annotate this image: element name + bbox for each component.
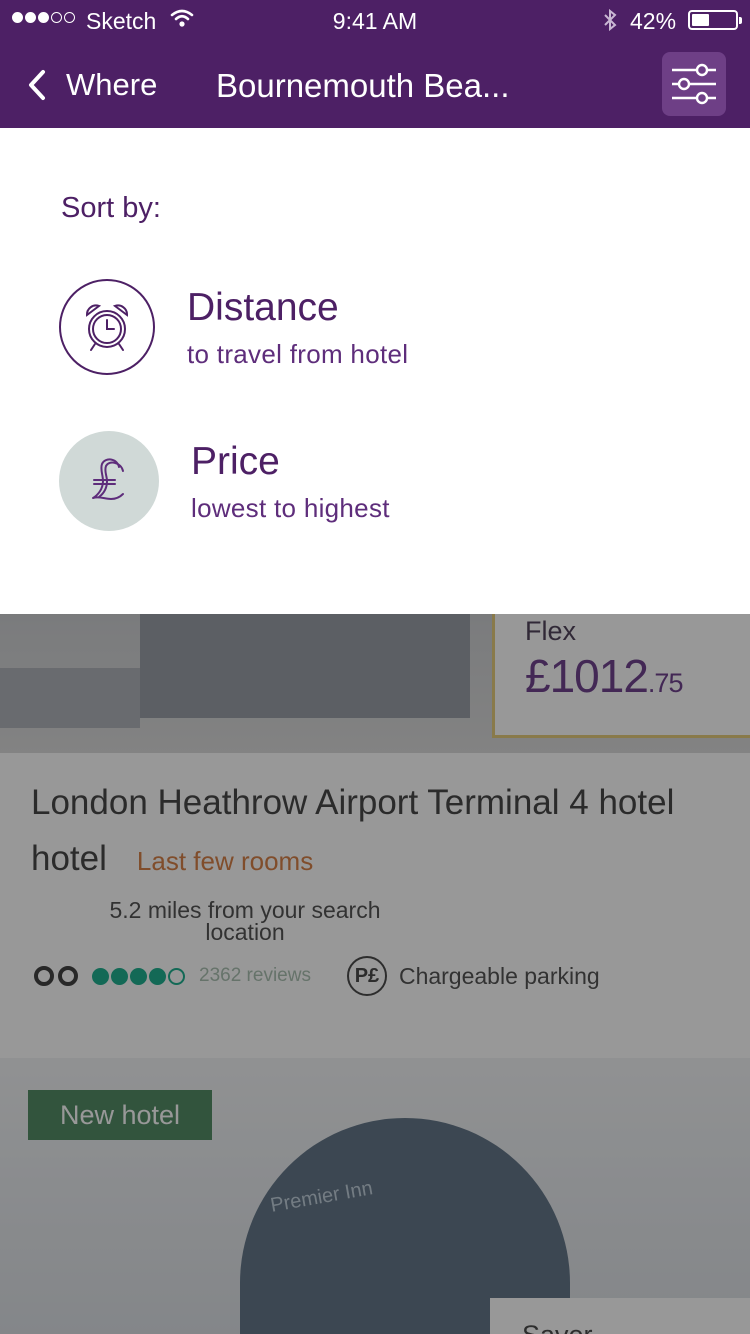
sort-option-subtitle: lowest to highest	[191, 492, 390, 523]
sort-option-price[interactable]: Price lowest to highest	[59, 431, 679, 531]
page-title: Bournemouth Bea...	[216, 67, 510, 104]
back-button-label: Where	[66, 67, 158, 102]
pound-sign-icon	[92, 458, 124, 500]
bluetooth-icon	[604, 8, 617, 32]
sort-option-title: Distance	[187, 285, 339, 329]
sort-option-text: Distance to travel from hotel	[187, 285, 408, 370]
alarm-clock-icon	[86, 304, 128, 351]
sort-panel: Sort by: Distance to travel from hotel P…	[0, 128, 750, 614]
navigation-bar: Where Bournemouth Bea...	[0, 40, 750, 128]
back-button[interactable]: Where	[26, 62, 157, 108]
battery-icon	[688, 10, 742, 30]
filter-button[interactable]	[662, 52, 726, 116]
status-bar: Sketch 9:41 AM 42%	[0, 0, 750, 40]
sort-heading: Sort by:	[61, 192, 161, 224]
sort-option-text: Price lowest to highest	[191, 439, 390, 524]
sort-option-icon-circle	[59, 279, 155, 375]
sort-option-subtitle: to travel from hotel	[187, 338, 409, 369]
battery-percentage: 42%	[630, 8, 677, 34]
sort-option-title: Price	[191, 439, 280, 483]
sort-option-distance[interactable]: Distance to travel from hotel	[59, 277, 679, 377]
sliders-icon	[672, 63, 716, 105]
chevron-left-icon	[29, 70, 45, 100]
dim-overlay[interactable]	[0, 614, 750, 1334]
sort-option-icon-circle	[59, 431, 159, 531]
